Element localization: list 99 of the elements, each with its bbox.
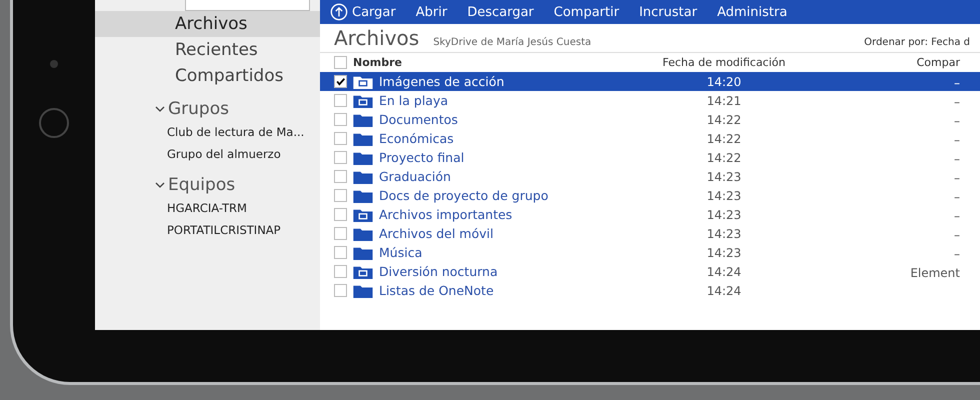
photo-folder-icon — [353, 264, 373, 278]
toolbar-button[interactable]: Cargar — [330, 3, 396, 21]
row-checkbox[interactable] — [334, 94, 347, 107]
column-header[interactable]: Fecha de modificación — [624, 56, 824, 69]
search-field[interactable] — [185, 0, 310, 11]
column-header[interactable]: Nombre — [353, 56, 402, 69]
modified-time: 14:23 — [706, 188, 742, 202]
row-checkbox[interactable] — [334, 284, 347, 297]
file-row[interactable]: Archivos importantes 14:23 – — [320, 205, 980, 224]
section-heading: Equipos — [168, 175, 236, 195]
camera-icon — [50, 60, 58, 68]
photo-folder-icon — [353, 74, 373, 88]
folder-icon — [353, 246, 373, 260]
upload-icon — [330, 3, 348, 21]
caret-icon[interactable] — [155, 180, 165, 190]
folder-icon — [353, 188, 373, 202]
file-name[interactable]: En la playa — [379, 93, 448, 108]
file-name[interactable]: Música — [379, 245, 422, 260]
sharing-status: – — [954, 209, 960, 223]
toolbar-button[interactable]: Descargar — [467, 3, 534, 21]
file-row[interactable]: Graduación 14:23 – — [320, 167, 980, 186]
sharing-status: – — [954, 228, 960, 242]
row-checkbox[interactable] — [334, 246, 347, 259]
row-checkbox[interactable] — [334, 265, 347, 278]
sharing-status: – — [954, 95, 960, 109]
sharing-status: – — [954, 133, 960, 147]
sharing-status: – — [954, 114, 960, 128]
sidebar-item[interactable]: Recientes — [95, 37, 320, 63]
row-checkbox[interactable] — [334, 189, 347, 202]
folder-icon — [353, 226, 373, 240]
modified-time: 14:24 — [706, 284, 742, 298]
sharing-status: Element — [910, 266, 960, 280]
folder-icon — [353, 150, 373, 164]
row-checkbox[interactable] — [334, 151, 347, 164]
toolbar-button[interactable]: Compartir — [554, 3, 620, 21]
sidebar-item[interactable]: Grupo del almuerzo — [95, 143, 320, 165]
modified-time: 14:23 — [706, 170, 742, 184]
column-header[interactable]: Compar — [824, 56, 980, 69]
file-row[interactable]: Económicas 14:22 – — [320, 129, 980, 148]
file-name[interactable]: Imágenes de acción — [379, 74, 504, 89]
sharing-status: – — [954, 76, 960, 90]
caret-icon[interactable] — [155, 104, 165, 114]
file-row[interactable]: Listas de OneNote 14:24 — [320, 281, 980, 300]
file-name[interactable]: Archivos del móvil — [379, 226, 494, 241]
page-title: Archivos — [334, 26, 420, 50]
file-name[interactable]: Diversión nocturna — [379, 264, 498, 279]
toolbar-button[interactable]: Abrir — [416, 3, 448, 21]
file-row[interactable]: Diversión nocturna 14:24 Element — [320, 262, 980, 281]
sharing-status: – — [954, 171, 960, 185]
folder-icon — [353, 284, 373, 298]
file-row[interactable]: Archivos del móvil 14:23 – — [320, 224, 980, 243]
row-checkbox[interactable] — [334, 208, 347, 221]
row-checkbox[interactable] — [334, 170, 347, 183]
toolbar-button[interactable]: Administra — [717, 3, 788, 21]
sidebar-item[interactable]: Compartidos — [95, 63, 320, 89]
row-checkbox[interactable] — [334, 113, 347, 126]
sidebar-item[interactable]: PORTATILCRISTINAP — [95, 219, 320, 241]
file-name[interactable]: Docs de proyecto de grupo — [379, 188, 548, 203]
file-name[interactable]: Listas de OneNote — [379, 283, 494, 298]
row-checkbox[interactable] — [334, 75, 347, 88]
folder-icon — [353, 132, 373, 146]
modified-time: 14:22 — [706, 150, 742, 164]
sharing-status: – — [954, 152, 960, 166]
file-name[interactable]: Documentos — [379, 112, 458, 127]
row-checkbox[interactable] — [334, 132, 347, 145]
modified-time: 14:23 — [706, 226, 742, 240]
folder-icon — [353, 112, 373, 126]
modified-time: 14:20 — [706, 74, 742, 88]
sidebar-item[interactable]: Club de lectura de Ma... — [95, 121, 320, 143]
photo-folder-icon — [353, 208, 373, 222]
breadcrumb-text: SkyDrive de María Jesús Cuesta — [433, 37, 592, 48]
file-name[interactable]: Graduación — [379, 169, 451, 184]
modified-time: 14:22 — [706, 112, 742, 126]
section-heading: Grupos — [168, 99, 229, 119]
sidebar-item[interactable]: HGARCIA-TRM — [95, 197, 320, 219]
home-button[interactable] — [39, 108, 69, 138]
file-row[interactable]: Proyecto final 14:22 – — [320, 148, 980, 167]
modified-time: 14:23 — [706, 246, 742, 260]
file-row[interactable]: En la playa 14:21 – — [320, 91, 980, 110]
sharing-status: – — [954, 247, 960, 261]
folder-icon — [353, 170, 373, 184]
file-row[interactable]: Música 14:23 – — [320, 243, 980, 262]
modified-time: 14:21 — [706, 94, 742, 108]
file-row[interactable]: Documentos 14:22 – — [320, 110, 980, 129]
photo-folder-icon — [353, 94, 373, 108]
toolbar-button[interactable]: Incrustar — [639, 3, 698, 21]
row-checkbox[interactable] — [334, 227, 347, 240]
modified-time: 14:23 — [706, 208, 742, 222]
file-row[interactable]: Docs de proyecto de grupo 14:23 – — [320, 186, 980, 205]
file-name[interactable]: Archivos importantes — [379, 207, 512, 222]
select-all-checkbox[interactable] — [334, 56, 347, 69]
sidebar-item[interactable]: Archivos — [95, 11, 320, 37]
file-row[interactable]: Imágenes de acción 14:20 – — [320, 72, 980, 91]
file-name[interactable]: Proyecto final — [379, 150, 464, 165]
modified-time: 14:22 — [706, 132, 742, 146]
sharing-status: – — [954, 190, 960, 204]
file-name[interactable]: Económicas — [379, 131, 454, 146]
sort-dropdown[interactable]: Ordenar por: Fecha d — [864, 37, 970, 48]
modified-time: 14:24 — [706, 264, 742, 278]
